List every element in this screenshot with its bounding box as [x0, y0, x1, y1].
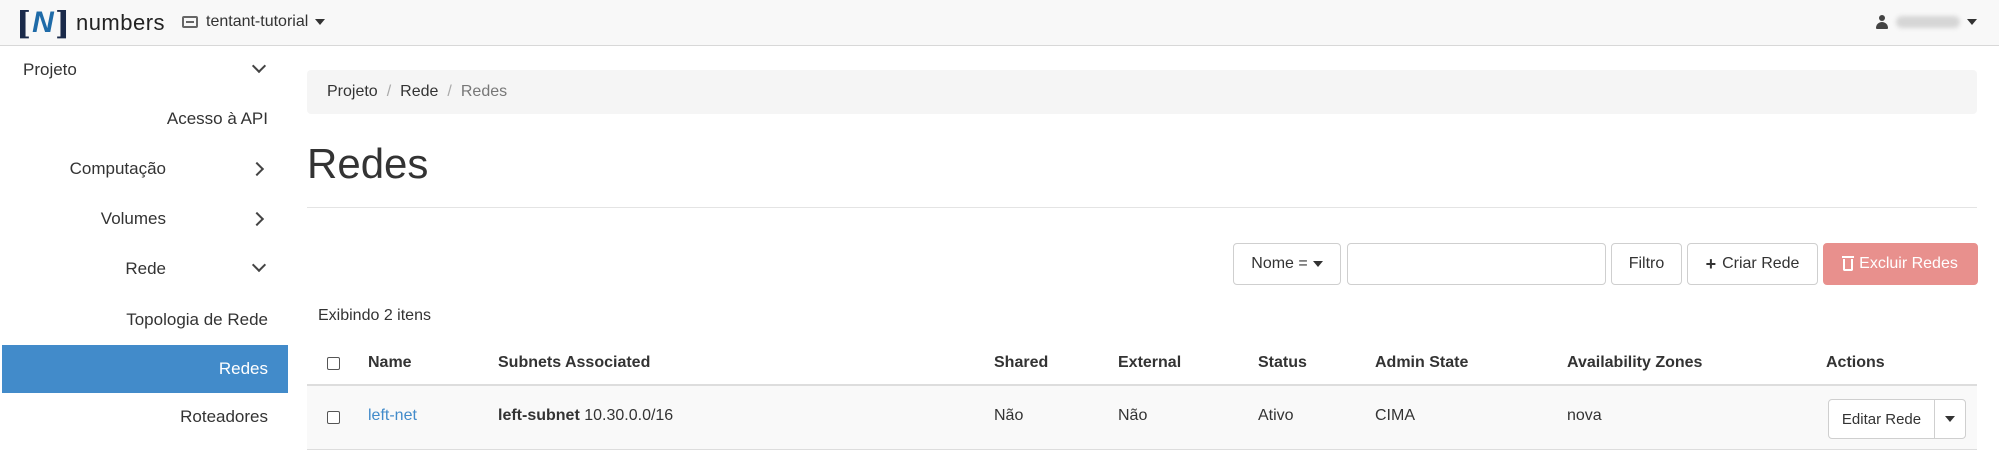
column-header-status[interactable]: Status [1258, 354, 1307, 372]
sidebar-item-label: Redes [218, 359, 268, 378]
sidebar-item-roteadores[interactable]: Roteadores [2, 393, 288, 441]
network-name-cell: left-net [368, 407, 417, 425]
divider [307, 207, 1977, 208]
table-row: left-net left-subnet 10.30.0.0/16 Não Nã… [307, 386, 1977, 450]
sidebar: Projeto Acesso à API Computação Volumes … [2, 46, 288, 450]
filter-field-select[interactable]: Nome = [1233, 243, 1341, 285]
project-switcher[interactable]: tentant-tutorial [182, 0, 326, 44]
sidebar-item-label: Computação [69, 159, 166, 178]
network-name-link[interactable]: left-net [368, 407, 417, 424]
page-title: Redes [307, 140, 429, 187]
logo-text: numbers [75, 10, 166, 35]
caret-down-icon [1312, 261, 1323, 267]
subnet-name: left-subnet [498, 407, 580, 424]
logo-bracket-open: [ [16, 4, 32, 42]
trash-icon [1842, 256, 1855, 271]
user-icon [1876, 15, 1888, 29]
availability-zone-cell: nova [1567, 407, 1602, 424]
sidebar-item-computacao[interactable]: Computação [2, 145, 288, 193]
subnet-cidr: 10.30.0.0/16 [584, 407, 674, 424]
breadcrumb-separator: / [386, 83, 392, 100]
filter-field-label: Nome = [1251, 255, 1308, 272]
row-checkbox[interactable] [327, 411, 340, 424]
column-header-shared[interactable]: Shared [994, 354, 1048, 372]
breadcrumb-item[interactable]: Projeto [327, 83, 378, 101]
status-cell: Ativo [1258, 407, 1294, 424]
breadcrumb: Projeto / Rede / Redes [307, 70, 1977, 114]
table-header: Name Subnets Associated Shared External … [307, 342, 1977, 386]
sidebar-item-label: Acesso à API [166, 109, 268, 128]
sidebar-item-rede[interactable]: Rede [2, 245, 288, 293]
sidebar-item-label: Roteadores [180, 407, 268, 426]
sidebar-item-label: Projeto [23, 60, 77, 79]
top-navbar: [ N ] numbers tentant-tutorial [0, 0, 1999, 46]
caret-down-icon [315, 19, 326, 25]
sidebar-item-topologia[interactable]: Topologia de Rede [2, 296, 288, 344]
logo-letter: N [32, 6, 54, 39]
admin-state-cell: CIMA [1375, 407, 1415, 424]
delete-networks-label: Excluir Redes [1859, 255, 1958, 272]
column-header-admin-state[interactable]: Admin State [1375, 354, 1468, 372]
column-header-actions: Actions [1826, 354, 1885, 371]
edit-network-button[interactable]: Editar Rede [1828, 399, 1935, 439]
column-header-availability-zones[interactable]: Availability Zones [1567, 354, 1702, 372]
delete-networks-button[interactable]: Excluir Redes [1823, 243, 1978, 285]
brand-logo[interactable]: [ N ] numbers [16, 4, 165, 42]
breadcrumb-current: Redes [460, 83, 508, 100]
column-header-external[interactable]: External [1118, 354, 1181, 372]
breadcrumb-item[interactable]: Rede [400, 83, 438, 101]
edit-network-label: Editar Rede [1841, 410, 1922, 428]
chevron-right-icon [249, 211, 265, 227]
sidebar-item-redes[interactable]: Redes [2, 345, 288, 393]
chevron-right-icon [249, 161, 265, 177]
filter-button[interactable]: Filtro [1611, 243, 1682, 285]
caret-down-icon [1945, 416, 1955, 422]
create-network-label: Criar Rede [1722, 255, 1800, 272]
external-cell: Não [1118, 407, 1148, 424]
subnets-cell: left-subnet 10.30.0.0/16 [498, 407, 673, 425]
chevron-down-icon [251, 58, 267, 74]
row-actions-dropdown[interactable] [1934, 399, 1966, 439]
column-header-subnets[interactable]: Subnets Associated [498, 354, 650, 372]
plus-icon: + [1705, 253, 1717, 274]
project-name: tentant-tutorial [206, 13, 309, 30]
item-count: Exibindo 2 itens [318, 307, 431, 324]
sidebar-item-acesso-api[interactable]: Acesso à API [2, 95, 288, 143]
user-menu[interactable] [1876, 0, 1977, 44]
caret-down-icon [1967, 19, 1977, 25]
sidebar-item-label: Topologia de Rede [126, 310, 268, 329]
sidebar-item-projeto[interactable]: Projeto [2, 46, 288, 94]
sidebar-item-volumes[interactable]: Volumes [2, 195, 288, 243]
shared-cell: Não [994, 407, 1024, 424]
sidebar-item-label: Rede [125, 259, 166, 278]
chevron-down-icon [251, 257, 267, 273]
breadcrumb-separator: / [447, 83, 452, 100]
logo-bracket-close: ] [54, 4, 70, 42]
filter-input[interactable] [1347, 243, 1606, 285]
select-all-checkbox[interactable] [327, 357, 340, 370]
user-name-redacted [1896, 16, 1960, 28]
project-icon [182, 16, 198, 28]
sidebar-item-label: Volumes [100, 209, 166, 228]
filter-button-label: Filtro [1628, 255, 1665, 272]
column-header-name[interactable]: Name [368, 354, 412, 372]
create-network-button[interactable]: + Criar Rede [1687, 243, 1818, 285]
